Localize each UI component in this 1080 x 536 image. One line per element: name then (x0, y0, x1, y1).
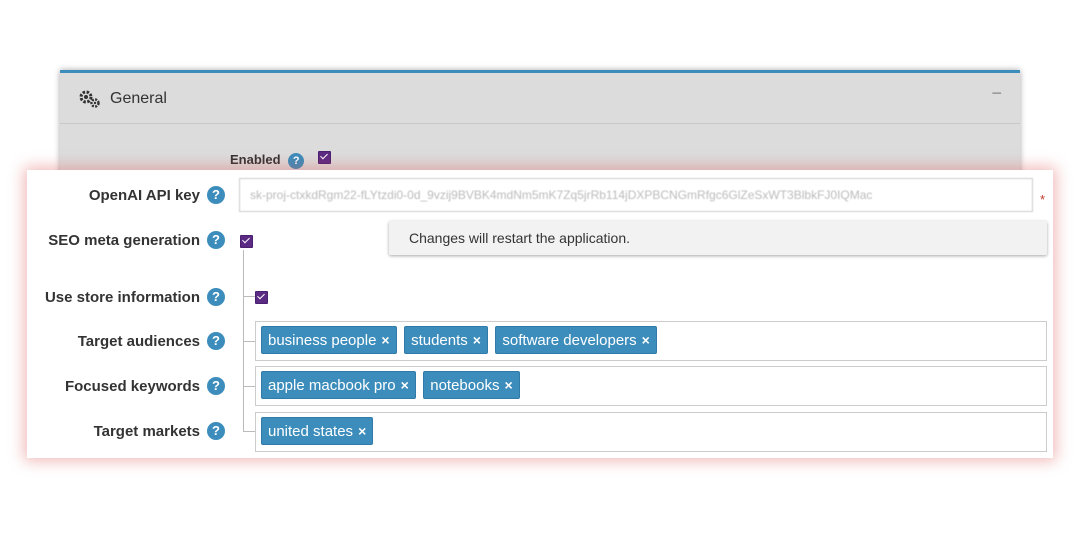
help-icon[interactable]: ? (207, 288, 225, 306)
use-store-label-text: Use store information (44, 289, 200, 306)
remove-tag-icon[interactable]: × (504, 377, 512, 393)
restart-notice: Changes will restart the application. (389, 221, 1047, 255)
tag: students × (404, 326, 488, 354)
tag-label: software developers (502, 332, 637, 349)
panel-header[interactable]: General − (60, 73, 1020, 124)
tag: notebooks × (423, 371, 520, 399)
seo-meta-label: SEO meta generation (0, 232, 200, 249)
use-store-label: Use store information (0, 289, 200, 306)
required-mark: * (1040, 192, 1046, 207)
gears-icon (79, 90, 100, 108)
tag-label: students (411, 332, 468, 349)
tree-branch (243, 296, 255, 297)
tag: business people × (261, 326, 397, 354)
target-markets-input[interactable]: united states × (255, 412, 1047, 452)
remove-tag-icon[interactable]: × (642, 332, 650, 348)
target-audiences-label: Target audiences (0, 333, 200, 350)
focused-keywords-label: Focused keywords (0, 378, 200, 395)
tag: apple macbook pro × (261, 371, 416, 399)
seo-meta-label-text: SEO meta generation (48, 232, 200, 249)
remove-tag-icon[interactable]: × (381, 332, 389, 348)
help-icon[interactable]: ? (207, 422, 225, 440)
ai-settings-card: OpenAI API key ? sk-proj-ctxkdRgm22-fLYt… (27, 170, 1053, 458)
api-key-label: OpenAI API key (0, 187, 200, 204)
panel-title: General (110, 90, 167, 107)
focused-keywords-label-text: Focused keywords (64, 378, 200, 395)
help-icon[interactable]: ? (288, 153, 305, 169)
tag-label: business people (268, 332, 377, 349)
enabled-row: Enabled ? (230, 151, 331, 169)
api-key-label-text: OpenAI API key (88, 187, 200, 204)
remove-tag-icon[interactable]: × (473, 332, 481, 348)
help-icon[interactable]: ? (207, 231, 225, 249)
help-icon[interactable]: ? (207, 377, 225, 395)
tree-branch (243, 431, 255, 432)
focused-keywords-input[interactable]: apple macbook pro × notebooks × (255, 366, 1047, 406)
help-icon[interactable]: ? (207, 186, 225, 204)
remove-tag-icon[interactable]: × (401, 377, 409, 393)
enabled-label: Enabled (230, 152, 281, 167)
help-icon[interactable]: ? (207, 332, 225, 350)
collapse-button[interactable]: − (991, 83, 1002, 104)
api-key-input[interactable]: sk-proj-ctxkdRgm22-fLYtzdi0-0d_9vzij9BVB… (239, 178, 1033, 212)
tree-branch (243, 341, 255, 342)
target-markets-label: Target markets (0, 423, 200, 440)
target-audiences-input[interactable]: business people × students × software deve… (255, 321, 1047, 361)
enabled-checkbox[interactable] (317, 151, 331, 164)
remove-tag-icon[interactable]: × (358, 423, 366, 439)
tag-label: apple macbook pro (268, 377, 396, 394)
tag: software developers × (495, 326, 657, 354)
target-audiences-label-text: Target audiences (77, 333, 200, 350)
seo-meta-checkbox[interactable] (240, 235, 253, 248)
tag-label: notebooks (430, 377, 500, 394)
tree-branch (243, 386, 255, 387)
tag-label: united states (268, 423, 354, 440)
use-store-checkbox[interactable] (255, 291, 268, 304)
target-markets-label-text: Target markets (93, 423, 200, 440)
tag: united states × (261, 417, 374, 445)
